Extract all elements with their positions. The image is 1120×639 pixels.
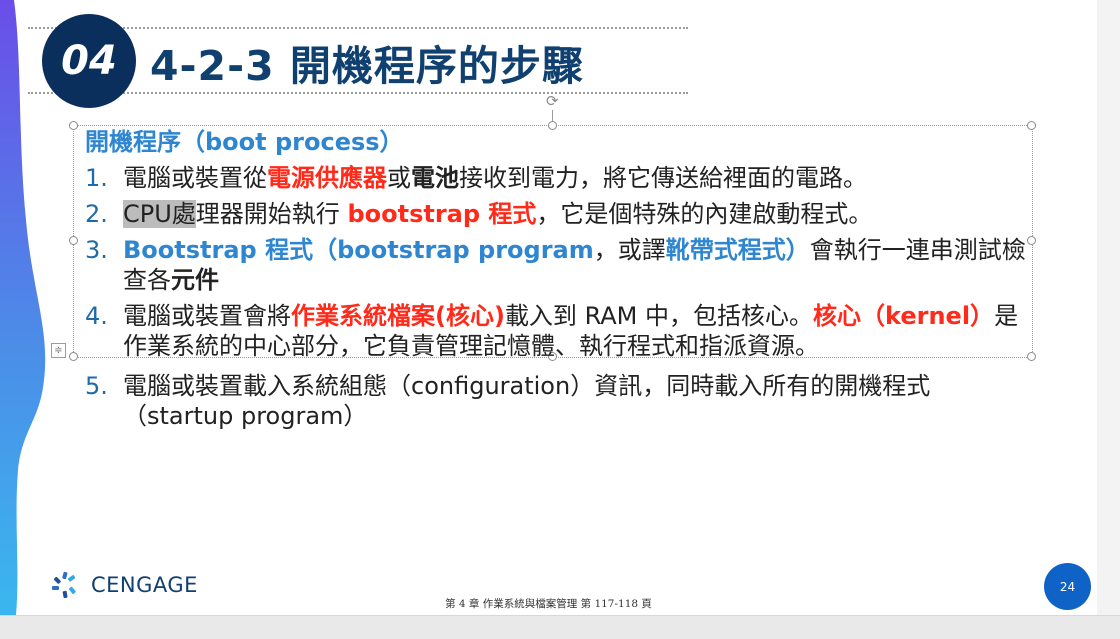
list-item: 5. 電腦或裝置載入系統組態（configuration）資訊，同時載入所有的開…	[85, 371, 1040, 431]
item-text: 電腦或裝置從	[123, 164, 267, 192]
page-number-badge: 24	[1044, 563, 1091, 610]
cengage-logo-icon	[52, 571, 76, 599]
item-emphasis-red: 核心（kernel）	[813, 302, 995, 330]
list-number: 2.	[85, 200, 108, 228]
slide-body-text[interactable]: 開機程序（boot process） 1. 電腦或裝置從電源供應器或電池接收到電…	[85, 127, 1040, 431]
logo-text: CENGAGE	[91, 573, 198, 597]
layout-options-icon[interactable]: ≑	[51, 343, 66, 358]
cengage-logo: CENGAGE	[51, 571, 198, 599]
item-text: 電腦或裝置載入系統組態（configuration）資訊，同時載入所有的開機程式…	[123, 372, 931, 430]
item-text: 理器開始執行	[195, 200, 348, 228]
item-text: 或	[387, 164, 411, 192]
item-emphasis-red: bootstrap 程式	[347, 200, 537, 228]
item-text: 電腦或裝置會將	[123, 302, 291, 330]
item-emphasis-bold: 電池	[411, 164, 459, 192]
text-selection-highlight: CPU處	[123, 200, 196, 228]
list-number: 4.	[85, 302, 108, 330]
title-top-divider	[28, 27, 688, 29]
list-number: 3.	[85, 236, 108, 264]
resize-handle-top-left[interactable]	[69, 121, 78, 130]
item-text: ，它是個特殊的內建啟動程式。	[536, 200, 873, 228]
section-badge: 04	[42, 14, 136, 108]
item-emphasis-bold: 元件	[171, 266, 219, 294]
title-bottom-divider	[28, 92, 688, 94]
item-emphasis-red: 電源供應器	[267, 164, 387, 192]
resize-handle-bottom-left[interactable]	[69, 352, 78, 361]
slide-title[interactable]: 4-2-3 開機程序的步驟	[150, 32, 584, 92]
rotate-icon[interactable]: ⟳	[546, 94, 559, 109]
item-emphasis-blue: Bootstrap 程式（bootstrap program	[123, 236, 594, 264]
item-text: ，或譯	[593, 236, 666, 264]
item-text: 接收到電力，將它傳送給裡面的電路。	[459, 164, 867, 192]
list-item: 3. Bootstrap 程式（bootstrap program，或譯靴帶式程…	[85, 235, 1040, 295]
editor-status-strip	[0, 615, 1120, 639]
slide-canvas[interactable]: 04 4-2-3 開機程序的步驟 ⟳ ≑ 開機程序（boot process） …	[0, 0, 1097, 615]
list-item: 2. CPU處理器開始執行 bootstrap 程式，它是個特殊的內建啟動程式。	[85, 199, 1040, 229]
editor-side-panel	[1097, 0, 1120, 615]
subheading: 開機程序（boot process）	[85, 128, 404, 156]
item-emphasis-red: 作業系統檔案(核心)	[291, 302, 505, 330]
item-text: 載入到 RAM 中，包括核心。	[504, 302, 814, 330]
resize-handle-middle-left[interactable]	[69, 236, 78, 245]
item-emphasis-blue: 靴帶式程式）	[665, 236, 810, 264]
list-item: 4. 電腦或裝置會將作業系統檔案(核心)載入到 RAM 中，包括核心。核心（ke…	[85, 301, 1040, 361]
list-item: 1. 電腦或裝置從電源供應器或電池接收到電力，將它傳送給裡面的電路。	[85, 163, 1040, 193]
list-number: 1.	[85, 164, 108, 192]
slide-footer: 第 4 章 作業系統與檔案管理 第 117-118 頁	[445, 598, 652, 610]
list-number: 5.	[85, 372, 108, 400]
